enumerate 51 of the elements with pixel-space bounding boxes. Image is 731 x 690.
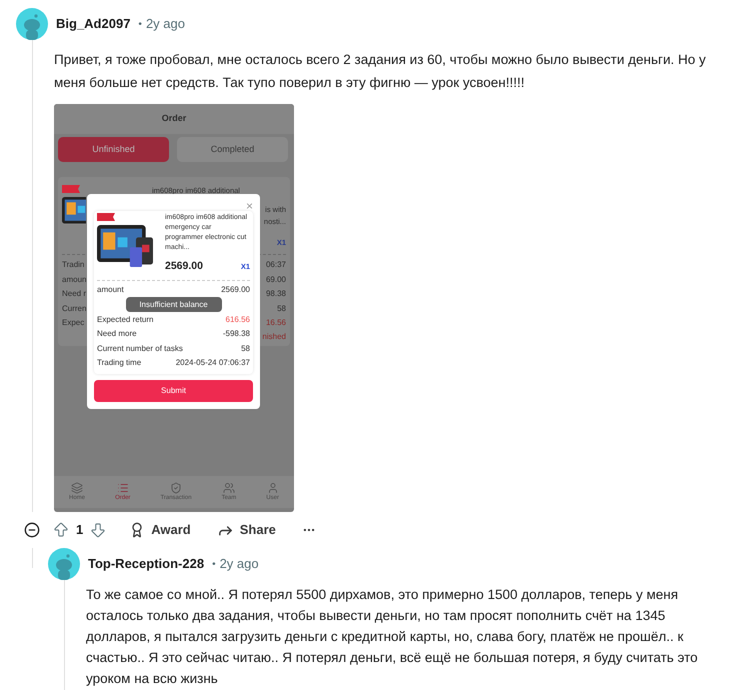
user-icon [266,482,279,494]
row-value: 616.56 [226,314,250,326]
timestamp: 2y ago [146,15,185,34]
award-button[interactable]: Award [129,520,191,540]
layers-icon [71,482,84,494]
avatar-icon [48,548,80,580]
toast: Insufficient balance [126,297,222,312]
row-value: 2024-05-24 07:06:37 [176,357,250,369]
users-icon [222,482,235,494]
close-button[interactable]: × [246,201,253,211]
timestamp: 2y ago [220,555,259,574]
row-value: 58 [241,342,250,354]
row-label: Expected return [97,314,154,326]
badge-icon [97,213,115,221]
row-label: amount [97,284,124,296]
row-label: Need more [97,328,137,340]
vote-count: 1 [76,521,84,540]
row-label: Expec [62,317,84,330]
avatar-icon [16,8,48,40]
badge-icon [62,185,80,193]
downvote-icon[interactable] [89,521,108,539]
row-value: 06:37 [266,259,286,272]
shield-check-icon [170,482,182,494]
row-label: Curren [62,302,86,315]
row-value: 69.00 [266,274,286,286]
share-button[interactable]: Share [216,520,276,540]
tab[interactable]: Unfinished [58,137,169,162]
order-status: nished [262,330,286,342]
comment-text: Привет, я тоже пробовал, мне осталось всего 2 задания из 60, чтобы можно было вывести деньги. Но у меня больше нет средств. Так тупо поверил в эту фигню — урок усвоен!!!!! [54,51,707,92]
row-value: 16.56 [266,317,286,330]
row-value: 2569.00 [221,284,250,296]
comment-text: То же самое со мной.. Я потерял 5500 дирхамов, это примерно 1500 долларов, теперь у меня осталось только два задания, чтобы вывести деньги, но там просят пополнить счёт на 1345 долларов, я пытался загрузить деньги с кредитной карты, но, слава богу, платёж не прошёл.. к счастью.. Я это сейчас читаю.. Я потерял деньги, всё ещё не большая потеря, я буду считать это уроком на всю жизнь [85,586,699,688]
username[interactable]: Top-Reception-228 [88,554,204,574]
submit-button[interactable]: Submit [94,380,253,402]
row-label: Need r [62,288,86,300]
row-value: 98.38 [266,288,286,300]
collapse-icon[interactable] [24,522,40,538]
row-value: -598.38 [222,328,250,340]
upvote-icon[interactable] [52,521,70,539]
tablet-image [97,225,153,267]
price: 2569.00 [165,259,203,274]
separator-dot: • [212,558,216,572]
row-label: Current number of tasks [97,342,183,354]
separator-dot: • [138,18,142,32]
username[interactable]: Big_Ad2097 [56,14,130,34]
row-label: Tradin [62,259,84,272]
row-label: Trading time [97,357,142,369]
tab[interactable]: Completed [177,137,288,162]
row-label: amoun [62,274,86,286]
row-value: 58 [277,302,286,315]
screen-title: Order [162,112,186,126]
